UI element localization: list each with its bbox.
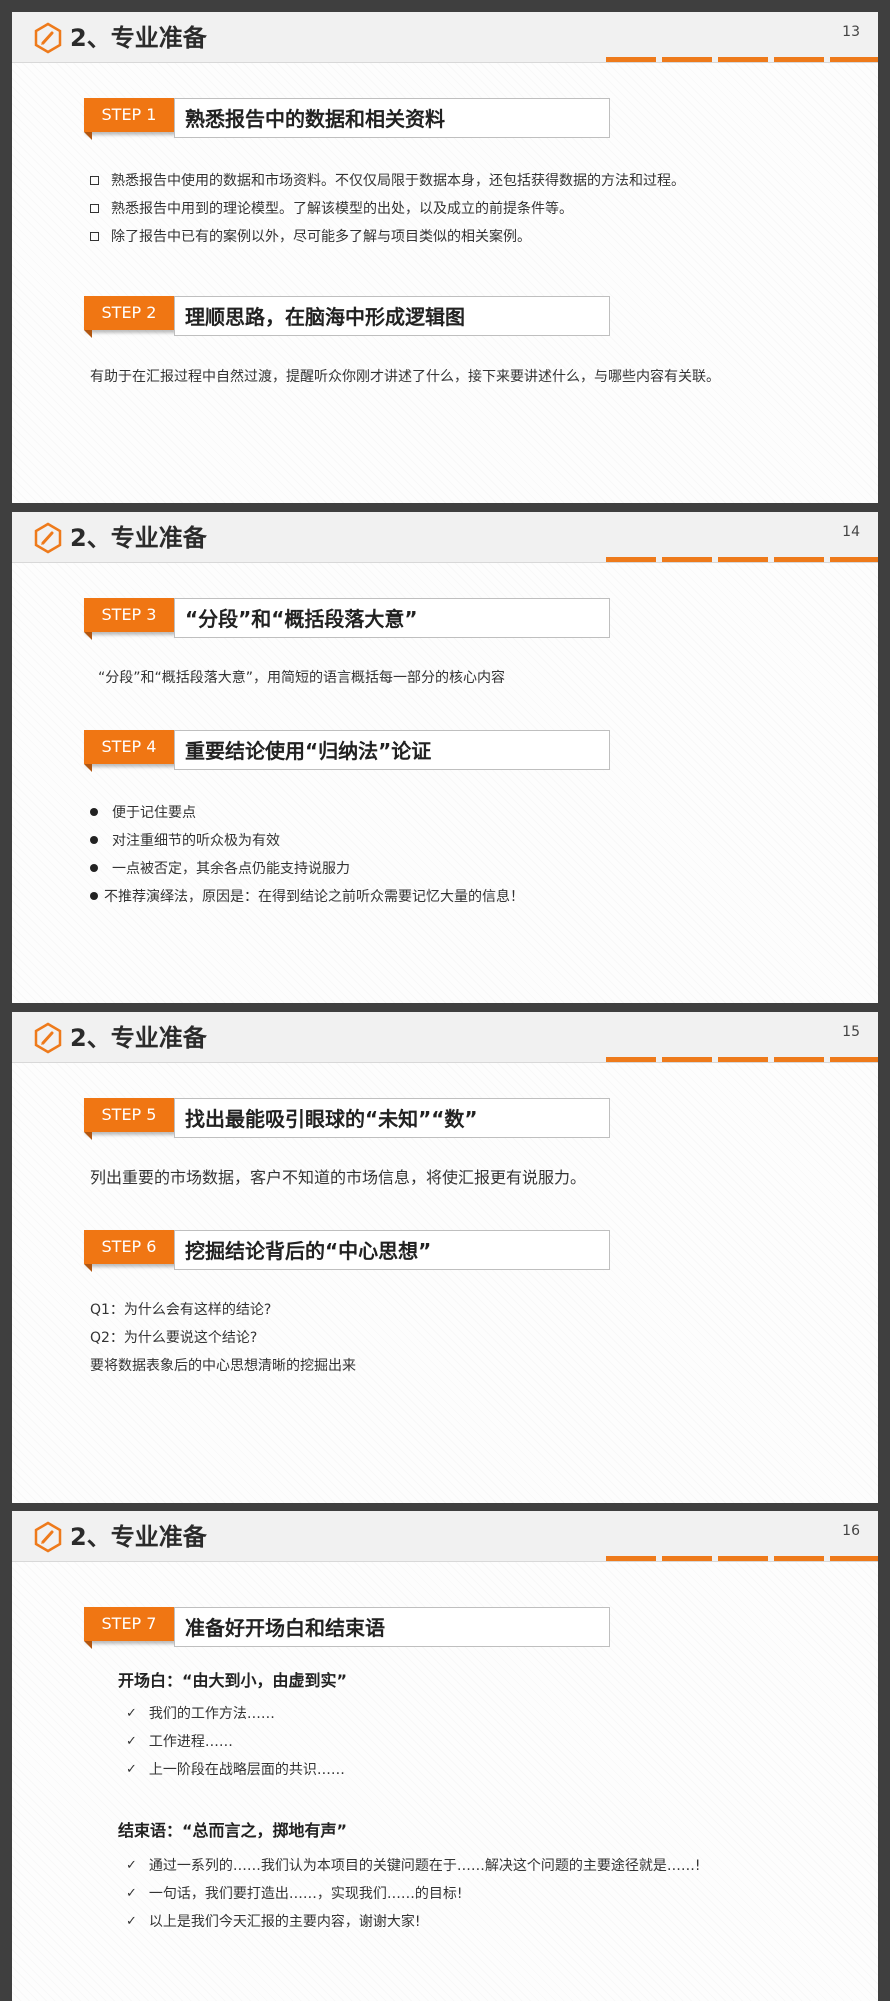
slide-header: 2、专业准备 13 — [12, 12, 878, 63]
step-title: 重要结论使用“归纳法”论证 — [185, 739, 432, 763]
page-number: 15 — [842, 1024, 860, 1040]
list-item: 熟悉报告中使用的数据和市场资料。不仅仅局限于数据本身，还包括获得数据的方法和过程… — [90, 170, 685, 190]
step-title-box: 重要结论使用“归纳法”论证 — [174, 730, 610, 770]
check-icon: ✓ — [126, 1913, 137, 1929]
header-accent-bars — [606, 1556, 878, 1561]
check-icon: ✓ — [126, 1885, 137, 1901]
slide-16: 2、专业准备 16 STEP 7 准备好开场白和结束语 开场白：“由大到小，由虚… — [12, 1511, 878, 2001]
slide-14: 2、专业准备 14 STEP 3 “分段”和“概括段落大意” “分段”和“概括段… — [12, 512, 878, 1003]
list-item-text: 我们的工作方法…… — [148, 1706, 275, 1722]
list-item-text: 通过一系列的……我们认为本项目的关键问题在于……解决这个问题的主要途径就是……! — [148, 1858, 701, 1874]
dot-bullet-icon — [90, 892, 98, 900]
step-title-box: 挖掘结论背后的“中心思想” — [174, 1230, 610, 1270]
list-item-text: 便于记住要点 — [112, 805, 196, 821]
list-item-text: 上一阶段在战略层面的共识…… — [148, 1762, 345, 1778]
list-item: ✓ 通过一系列的……我们认为本项目的关键问题在于……解决这个问题的主要途径就是…… — [126, 1855, 701, 1875]
step-title-box: 理顺思路，在脑海中形成逻辑图 — [174, 296, 610, 336]
list-item: 熟悉报告中用到的理论模型。了解该模型的出处，以及成立的前提条件等。 — [90, 198, 573, 218]
list-item-text: 以上是我们今天汇报的主要内容，谢谢大家! — [148, 1914, 421, 1930]
list-item-text: 对注重细节的听众极为有效 — [112, 833, 280, 849]
list-item-text: 一点被否定，其余各点仍能支持说服力 — [112, 861, 350, 877]
step-title-box: 准备好开场白和结束语 — [174, 1607, 610, 1647]
dot-bullet-icon — [90, 836, 98, 844]
list-item: 一点被否定，其余各点仍能支持说服力 — [90, 858, 350, 878]
step-title: 挖掘结论背后的“中心思想” — [185, 1239, 432, 1263]
step-title-box: “分段”和“概括段落大意” — [174, 598, 610, 638]
step-tag: STEP 1 — [84, 98, 174, 140]
page-number: 13 — [842, 24, 860, 40]
step-5-description: 列出重要的市场数据，客户不知道的市场信息，将使汇报更有说服力。 — [90, 1168, 587, 1187]
step-title-box: 找出最能吸引眼球的“未知”“数” — [174, 1098, 610, 1138]
list-item: 除了报告中已有的案例以外，尽可能多了解与项目类似的相关案例。 — [90, 226, 531, 246]
list-item: ✓ 以上是我们今天汇报的主要内容，谢谢大家! — [126, 1911, 421, 1931]
check-icon: ✓ — [126, 1761, 137, 1777]
list-item-text: 除了报告中已有的案例以外，尽可能多了解与项目类似的相关案例。 — [111, 229, 531, 245]
check-icon: ✓ — [126, 1705, 137, 1721]
slide-header: 2、专业准备 16 — [12, 1511, 878, 1562]
list-item: ✓ 我们的工作方法…… — [126, 1703, 275, 1723]
list-item: 对注重细节的听众极为有效 — [90, 830, 280, 850]
list-item-text: 熟悉报告中用到的理论模型。了解该模型的出处，以及成立的前提条件等。 — [111, 201, 573, 217]
slide-title: 2、专业准备 — [70, 1523, 207, 1551]
slide-title: 2、专业准备 — [70, 1024, 207, 1052]
step-title: “分段”和“概括段落大意” — [185, 607, 418, 631]
step-title: 准备好开场白和结束语 — [185, 1616, 385, 1640]
step-tag: STEP 5 — [84, 1098, 174, 1140]
slide-15: 2、专业准备 15 STEP 5 找出最能吸引眼球的“未知”“数” 列出重要的市… — [12, 1012, 878, 1503]
square-bullet-icon — [90, 203, 99, 213]
list-item-text: 不推荐演绎法，原因是：在得到结论之前听众需要记忆大量的信息！ — [104, 889, 524, 905]
closing-heading: 结束语：“总而言之，掷地有声” — [118, 1821, 348, 1840]
list-item: 便于记住要点 — [90, 802, 196, 822]
step-6-line: Q2：为什么要说这个结论? — [90, 1330, 258, 1346]
list-item: ✓ 一句话，我们要打造出……，实现我们……的目标! — [126, 1883, 463, 1903]
step-title-box: 熟悉报告中的数据和相关资料 — [174, 98, 610, 138]
dot-bullet-icon — [90, 808, 98, 816]
slide-header: 2、专业准备 15 — [12, 1012, 878, 1063]
pen-hexagon-icon — [34, 1022, 62, 1054]
step-6-line: Q1：为什么会有这样的结论? — [90, 1302, 272, 1318]
slide-header: 2、专业准备 14 — [12, 512, 878, 563]
step-3-description: “分段”和“概括段落大意”，用简短的语言概括每一部分的核心内容 — [98, 670, 506, 686]
check-icon: ✓ — [126, 1857, 137, 1873]
list-item: ✓ 上一阶段在战略层面的共识…… — [126, 1759, 345, 1779]
list-item: 不推荐演绎法，原因是：在得到结论之前听众需要记忆大量的信息！ — [90, 886, 524, 906]
opening-heading: 开场白：“由大到小，由虚到实” — [118, 1671, 348, 1690]
page-number: 14 — [842, 524, 860, 540]
list-item-text: 工作进程…… — [148, 1734, 233, 1750]
header-accent-bars — [606, 557, 878, 562]
step-tag: STEP 2 — [84, 296, 174, 338]
slide-13: 2、专业准备 13 STEP 1 熟悉报告中的数据和相关资料 熟悉报告中使用的数… — [12, 12, 878, 503]
step-tag: STEP 4 — [84, 730, 174, 772]
square-bullet-icon — [90, 175, 99, 185]
list-item-text: 一句话，我们要打造出……，实现我们……的目标! — [148, 1886, 463, 1902]
step-tag: STEP 3 — [84, 598, 174, 640]
list-item: ✓ 工作进程…… — [126, 1731, 233, 1751]
header-accent-bars — [606, 1057, 878, 1062]
pen-hexagon-icon — [34, 522, 62, 554]
list-item-text: 熟悉报告中使用的数据和市场资料。不仅仅局限于数据本身，还包括获得数据的方法和过程… — [111, 173, 685, 189]
step-title: 找出最能吸引眼球的“未知”“数” — [185, 1107, 478, 1131]
dot-bullet-icon — [90, 864, 98, 872]
step-tag: STEP 7 — [84, 1607, 174, 1649]
header-accent-bars — [606, 57, 878, 62]
pen-hexagon-icon — [34, 1521, 62, 1553]
pen-hexagon-icon — [34, 22, 62, 54]
step-tag: STEP 6 — [84, 1230, 174, 1272]
step-6-line: 要将数据表象后的中心思想清晰的挖掘出来 — [90, 1358, 356, 1374]
check-icon: ✓ — [126, 1733, 137, 1749]
square-bullet-icon — [90, 231, 99, 241]
step-2-description: 有助于在汇报过程中自然过渡，提醒听众你刚才讲述了什么，接下来要讲述什么，与哪些内… — [90, 369, 720, 385]
step-title: 熟悉报告中的数据和相关资料 — [185, 107, 445, 131]
page-number: 16 — [842, 1523, 860, 1539]
step-title: 理顺思路，在脑海中形成逻辑图 — [185, 305, 465, 329]
slide-title: 2、专业准备 — [70, 524, 207, 552]
slide-title: 2、专业准备 — [70, 24, 207, 52]
